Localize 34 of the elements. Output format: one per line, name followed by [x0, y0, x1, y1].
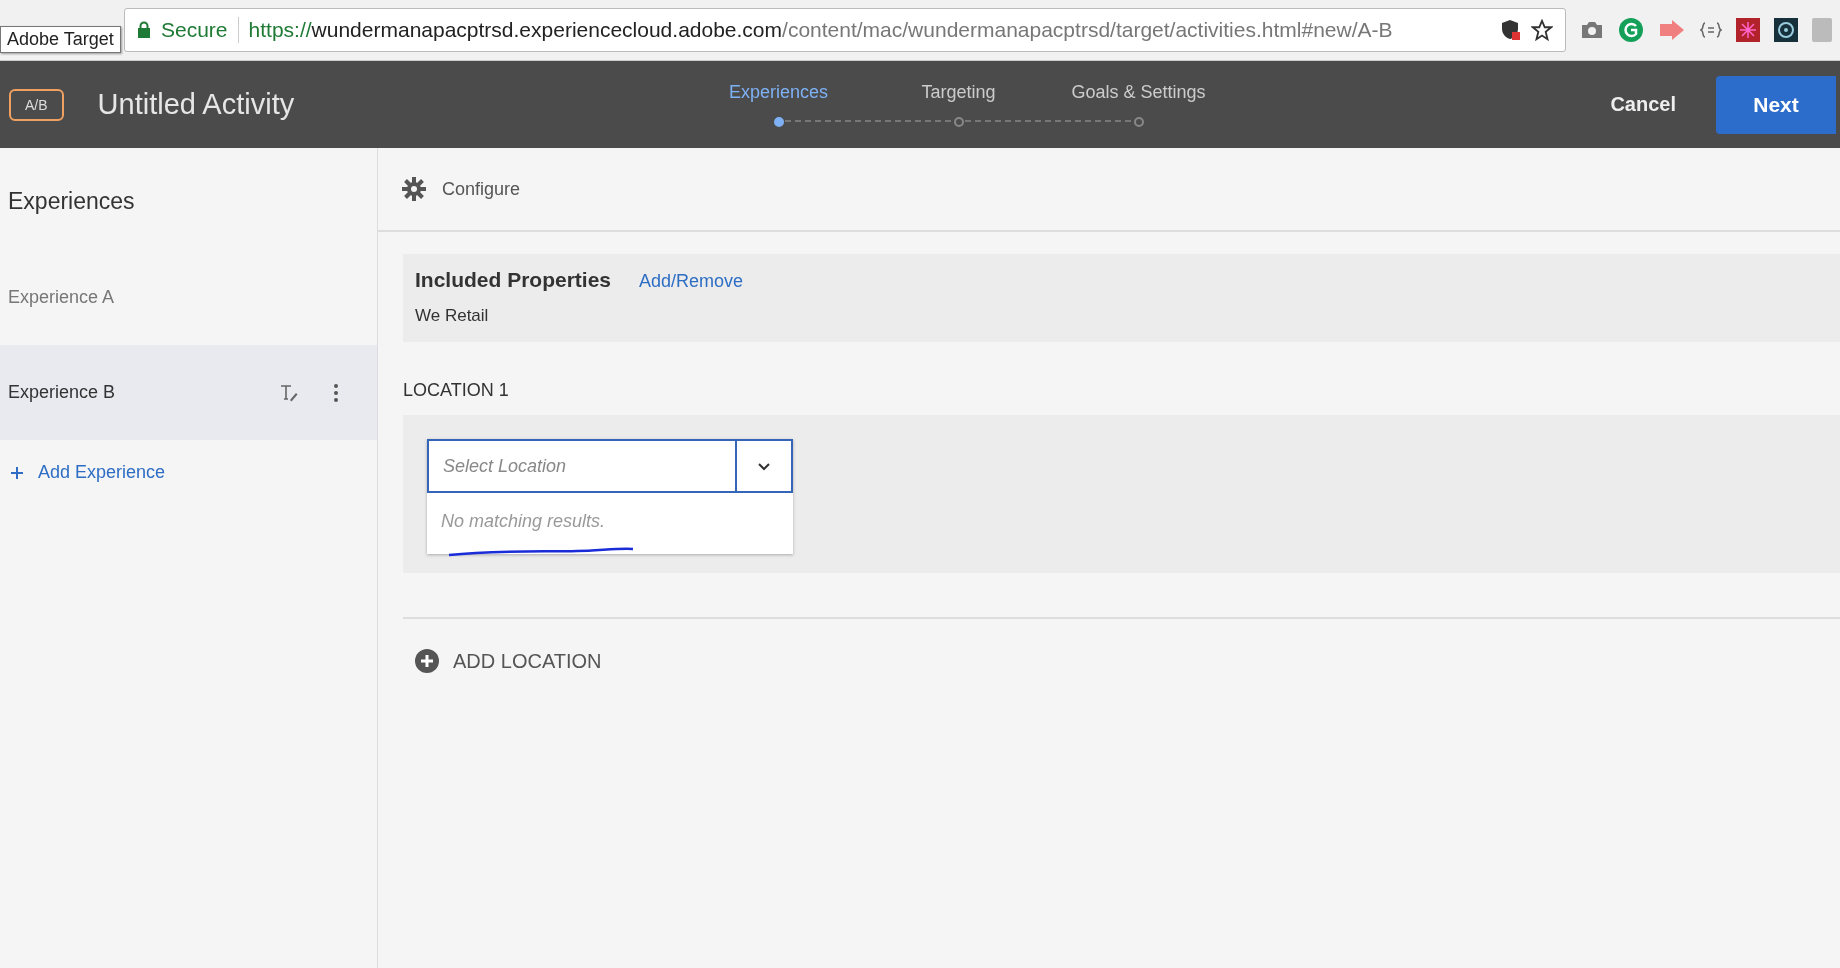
step-tab[interactable]: Experiences [729, 82, 829, 103]
activity-type-badge: A/B [9, 88, 64, 121]
location-select[interactable]: Select Location [427, 439, 793, 493]
add-location-button[interactable]: ADD LOCATION [415, 649, 1840, 673]
url-text: https://wundermanapacptrsd.experiencecloud.adobe.com/content/mac/wundermanapacptrsd/target/activities.html#new/A-B [248, 18, 1393, 42]
camera-icon[interactable] [1580, 20, 1604, 40]
braces-icon[interactable] [1700, 22, 1722, 38]
empty-results-message: No matching results. [441, 511, 606, 531]
lock-icon [137, 21, 151, 39]
configure-label: Configure [442, 178, 521, 200]
plus-icon [415, 649, 439, 673]
experience-name: Experience A [8, 287, 116, 308]
experience-name: Experience B [8, 382, 117, 403]
sidebar-title: Experiences [7, 187, 136, 216]
add-remove-link[interactable]: Add/Remove [639, 271, 744, 292]
next-button[interactable]: Next [1716, 75, 1836, 134]
step-tab[interactable]: Goals & Settings [1071, 82, 1206, 103]
step-tab[interactable]: Targeting [921, 82, 996, 103]
properties-title: Included Properties [415, 268, 612, 292]
property-value: We Retail [415, 306, 490, 326]
experience-item[interactable]: Experience A [0, 250, 377, 345]
settings-icon[interactable] [402, 177, 426, 201]
activity-title: Untitled Activity [97, 88, 296, 121]
add-experience-link[interactable]: Add Experience [0, 440, 377, 505]
shield-icon[interactable] [1501, 19, 1521, 41]
secure-label: Secure [161, 18, 228, 42]
address-bar[interactable]: Secure https://wundermanapacptrsd.experiencecloud.adobe.com/content/mac/wundermanapacptrsd/target/activities.html#new/A-B [124, 8, 1566, 52]
location-label: LOCATION 1 [403, 380, 510, 401]
star-icon[interactable] [1531, 19, 1553, 41]
plus-icon [10, 465, 24, 480]
tooltip: Adobe Target [0, 26, 121, 53]
cancel-button[interactable]: Cancel [1604, 92, 1682, 117]
experience-item[interactable]: Experience B [0, 345, 377, 440]
chevron-icon [757, 461, 771, 471]
